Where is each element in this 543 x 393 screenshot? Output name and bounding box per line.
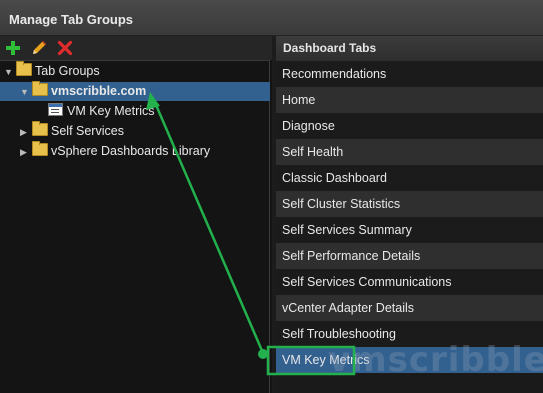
expand-right-icon[interactable]: ▶: [20, 143, 30, 162]
tab-groups-tree: ▼ Tab Groups ▼ vmscribble.com VM Key Metri…: [0, 60, 270, 393]
tree-node-label: vmscribble.com: [51, 84, 147, 98]
tree-node-vm-key-metrics[interactable]: VM Key Metrics: [48, 102, 155, 121]
tree-root-label: Tab Groups: [35, 64, 100, 78]
folder-icon: [32, 141, 48, 156]
dashboard-tabs-panel: Dashboard Tabs Recommendations Home Diagno…: [276, 36, 543, 393]
dashboard-tab-row[interactable]: Self Services Summary: [276, 217, 543, 243]
dashboard-tab-row[interactable]: Self Troubleshooting: [276, 321, 543, 347]
folder-open-icon: [16, 61, 32, 76]
dashboard-tab-row[interactable]: Recommendations: [276, 61, 543, 87]
plus-icon[interactable]: [4, 39, 22, 57]
dashboard-tabs-header: Dashboard Tabs: [276, 36, 543, 61]
folder-open-icon: [32, 81, 48, 96]
tree-node-vsphere-library[interactable]: ▶ vSphere Dashboards Library: [20, 141, 211, 162]
tree-node-vmscribble[interactable]: ▼ vmscribble.com: [0, 81, 270, 102]
pencil-icon[interactable]: [30, 39, 48, 57]
dashboard-tab-row[interactable]: Self Performance Details: [276, 243, 543, 269]
dashboard-tab-row[interactable]: Self Health: [276, 139, 543, 165]
expand-down-icon[interactable]: ▼: [4, 63, 14, 82]
dashboard-tab-row[interactable]: Self Cluster Statistics: [276, 191, 543, 217]
dialog-titlebar: Manage Tab Groups: [0, 0, 543, 36]
tree-node-self-services[interactable]: ▶ Self Services: [20, 121, 124, 142]
tree-node-label: Self Services: [51, 124, 124, 138]
dashboard-tab-row[interactable]: Self Services Communications: [276, 269, 543, 295]
folder-icon: [32, 121, 48, 136]
dashboard-tab-row[interactable]: vCenter Adapter Details: [276, 295, 543, 321]
tree-node-label: VM Key Metrics: [67, 104, 155, 118]
tab-groups-panel: ▼ Tab Groups ▼ vmscribble.com VM Key Metri…: [0, 36, 272, 393]
dashboard-tab-row[interactable]: VM Key Metrics: [276, 347, 543, 373]
tree-toolbar: [0, 36, 272, 60]
dashboard-tabs-list: Recommendations Home Diagnose Self Health Cl…: [276, 61, 543, 373]
dashboard-tab-row[interactable]: Home: [276, 87, 543, 113]
expand-down-icon[interactable]: ▼: [20, 83, 30, 102]
dashboard-tab-row[interactable]: Classic Dashboard: [276, 165, 543, 191]
dashboard-tab-row[interactable]: Diagnose: [276, 113, 543, 139]
x-icon[interactable]: [56, 39, 74, 57]
dashboard-icon: [48, 103, 63, 116]
tree-root[interactable]: ▼ Tab Groups: [4, 61, 100, 82]
expand-right-icon[interactable]: ▶: [20, 123, 30, 142]
dialog-title: Manage Tab Groups: [9, 12, 133, 27]
tree-node-label: vSphere Dashboards Library: [51, 144, 211, 158]
